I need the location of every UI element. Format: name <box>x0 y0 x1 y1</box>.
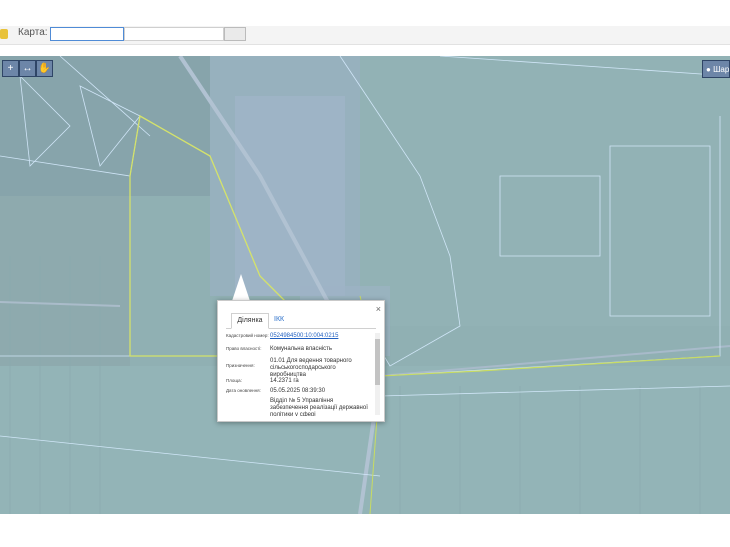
search-button[interactable] <box>224 27 246 41</box>
field-value: 05.05.2025 08:39:30 <box>270 388 326 394</box>
top-toolbar: Карта: <box>0 26 730 45</box>
pan-control-button[interactable]: ✋ <box>36 60 53 77</box>
field-label: Дата оновлення: <box>226 388 261 393</box>
parcel-info-popup: × Ділянка ІКК Кадастровий номер: 0524984… <box>217 300 385 422</box>
map-selector-label: Карта: <box>18 27 48 38</box>
field-label: Право власності: <box>226 346 262 351</box>
layers-button-label: Шари <box>713 65 730 74</box>
tab-parcel[interactable]: Ділянка <box>231 313 269 329</box>
field-value: 14.2371 га <box>270 378 299 384</box>
close-icon[interactable]: × <box>376 304 381 314</box>
field-label: Площа: <box>226 378 242 383</box>
hand-icon: ✋ <box>38 63 51 74</box>
field-label: Кадастровий номер: <box>226 333 269 338</box>
field-label: Призначення: <box>226 363 255 368</box>
field-value: 01.01 Для ведення товарного сільськогосп… <box>270 358 352 378</box>
cadastral-number-link[interactable]: 0524984500:10:004:0215 <box>270 333 372 340</box>
popup-body: Кадастровий номер: 0524984500:10:004:021… <box>226 332 372 416</box>
field-value: Відділ № 5 Управління забезпечення реалі… <box>270 398 368 416</box>
page: Карта: + ↔ ✋ ● Шар × Ділянка ІКК Кадастр… <box>0 0 730 547</box>
search-input[interactable] <box>50 27 124 41</box>
logo-icon <box>0 29 8 39</box>
scrollbar-thumb[interactable] <box>375 339 380 385</box>
zoom-control-button[interactable]: + <box>2 60 19 77</box>
pin-icon: ● <box>706 65 711 74</box>
popup-pointer <box>232 274 250 301</box>
plus-icon: + <box>7 63 14 74</box>
search-input-secondary[interactable] <box>124 27 224 41</box>
measure-icon: ↔ <box>22 63 33 74</box>
field-value: Комунальна власність <box>270 346 333 352</box>
satellite-map-image <box>0 56 730 514</box>
measure-control-button[interactable]: ↔ <box>19 60 36 77</box>
layers-button[interactable]: ● Шари <box>702 60 730 78</box>
tab-ikk[interactable]: ІКК <box>274 313 284 327</box>
map-canvas[interactable] <box>0 56 730 514</box>
popup-tabs: Ділянка ІКК <box>226 313 376 329</box>
popup-scrollbar[interactable] <box>375 333 380 415</box>
